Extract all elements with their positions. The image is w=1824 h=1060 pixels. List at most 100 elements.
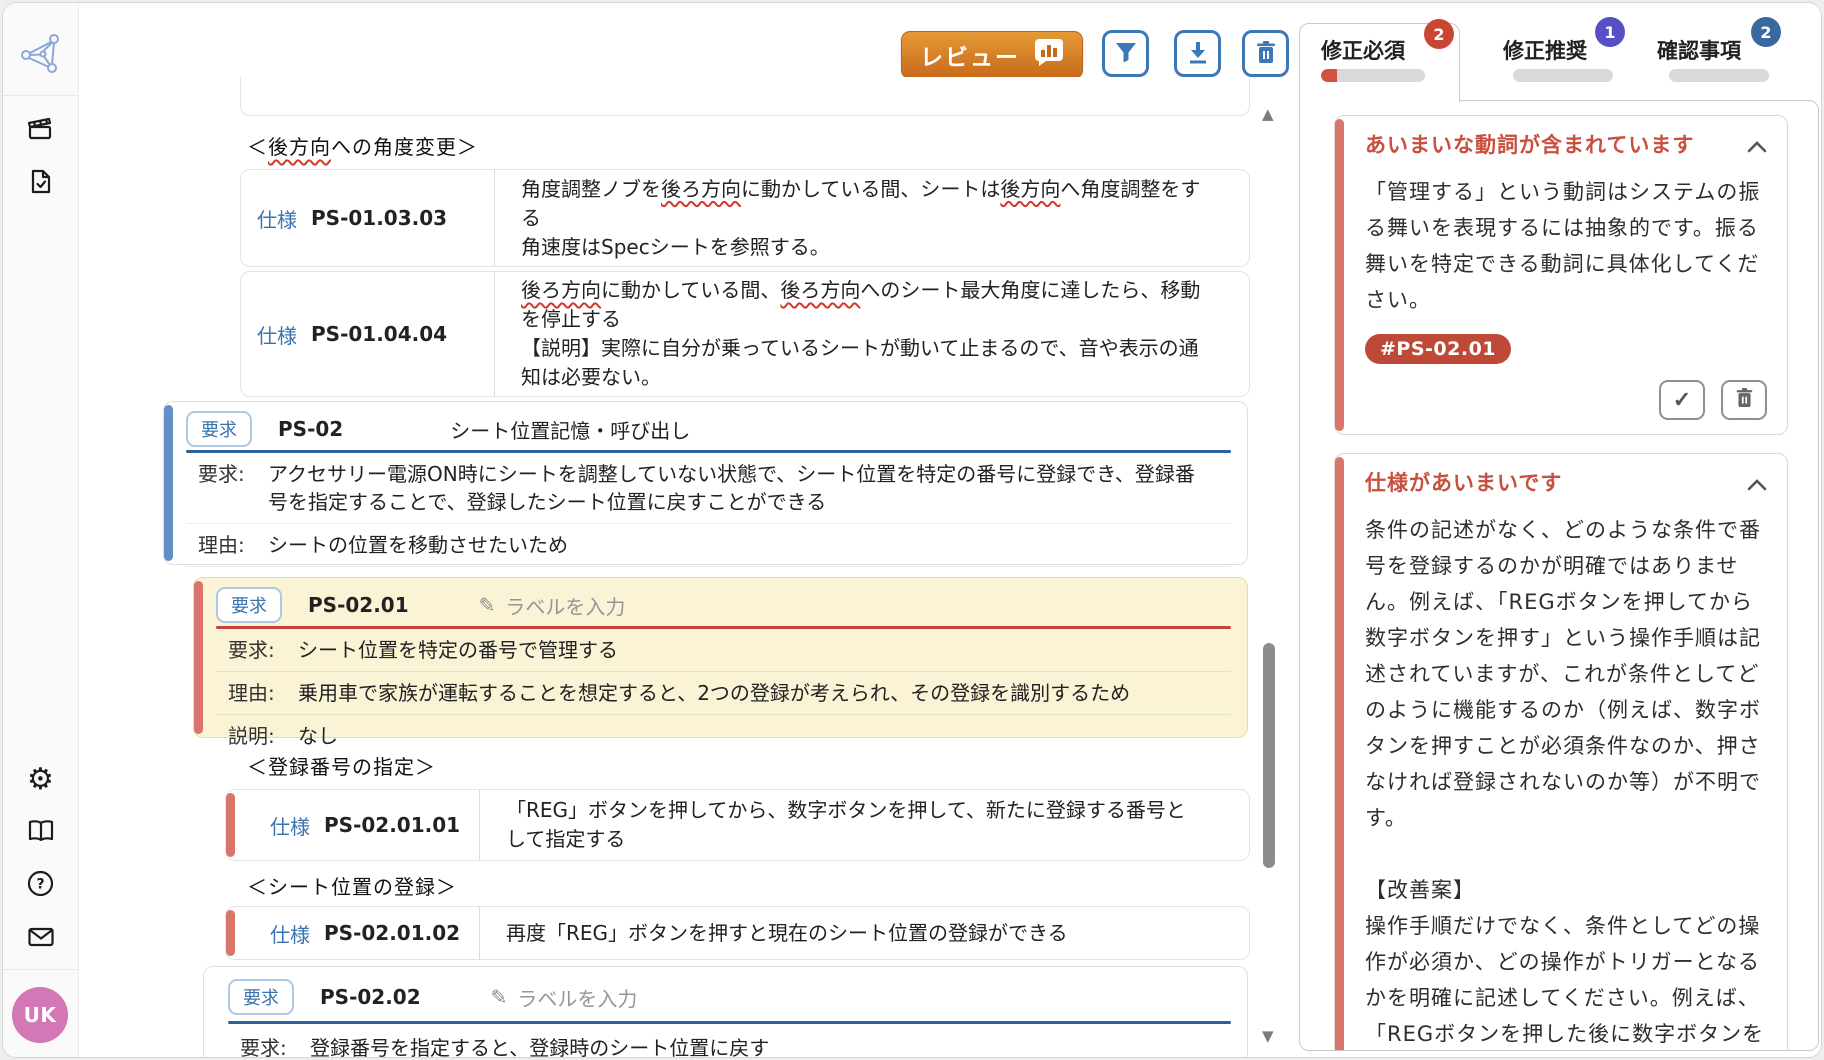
review-button[interactable]: レビュー [901,31,1083,79]
finding-body: 「管理する」という動詞はシステムの振る舞いを表現するには抽象的です。振る舞いを特… [1365,174,1767,318]
spec-id: PS-01.04.04 [311,322,447,346]
field-row-request: 要求:登録番号を指定すると、登録時のシート位置に戻す [228,1024,1231,1058]
finding-title: あいまいな動詞が含まれています [1365,130,1694,160]
finding-card-ambiguous-verb: あいまいな動詞が含まれています 「管理する」という動詞はシステムの振る舞いを表現… [1334,115,1788,435]
sidebar-item-settings[interactable]: ⚙ [3,758,78,802]
sidebar-item-docs-library[interactable] [3,811,78,855]
field-row-request: 要求: アクセサリー電源ON時にシートを調整していない状態で、シート位置を特定の… [186,453,1231,523]
resolve-button[interactable]: ✓ [1659,380,1705,420]
pill-red-cap [1321,69,1337,82]
requirement-id: PS-02.02 [320,985,421,1009]
requirement-type-badge: 要求 [216,587,282,623]
download-button[interactable] [1174,30,1221,77]
sidebar-item-help[interactable]: ? [3,863,78,907]
finding-body: 条件の記述がなく、どのような条件で番号を登録するのかが明確ではありません。例えば… [1365,512,1767,1051]
tab-must-fix-count-badge: 2 [1424,19,1454,49]
spec-type-label: 仕様 [257,320,297,349]
tab-confirm-label[interactable]: 確認事項 [1657,35,1741,65]
tab-must-fix-label[interactable]: 修正必須 [1321,35,1405,65]
main-scroll-up-icon[interactable]: ▲ [1262,107,1274,122]
app-logo [3,15,78,96]
section-heading-seatpos: ＜シート位置の登録＞ [247,871,457,900]
filter-funnel-icon [1114,40,1138,67]
finding-title: 仕様があいまいです [1365,468,1562,498]
label-input-placeholder[interactable]: ✎ ラベルを入力 [491,983,638,1012]
section-heading-angle: ＜後方向への角度変更＞ [247,131,478,160]
spec-id: PS-02.01.01 [324,813,460,837]
tab-recommended-label[interactable]: 修正推奨 [1503,35,1587,65]
screen: ⚙ ? [0,0,1824,1060]
spec-row-ps-02-01-01[interactable]: 仕様 PS-02.01.01 「REG」ボタンを押してから、数字ボタンを押して、… [225,789,1250,861]
main-scroll-down-icon[interactable]: ▼ [1262,1029,1274,1044]
spec-text: 角度調整ノブを後ろ方向に動かしている間、シートは後方向へ角度調整をす る 角速度… [495,170,1249,266]
svg-text:?: ? [36,876,44,892]
delete-button[interactable] [1242,30,1289,77]
requirement-block-ps-02-02[interactable]: 要求 PS-02.02 ✎ ラベルを入力 要求:登録番号を指定すると、登録時のシ… [203,966,1248,1058]
spec-id: PS-01.03.03 [311,206,447,230]
sidebar-item-projects[interactable] [3,109,78,153]
help-icon: ? [27,870,54,901]
review-button-label: レビュー [920,38,1020,72]
spec-text: 後ろ方向に動かしている間、後ろ方向へのシート最大角度に達したら、移動 を停止する… [495,272,1249,396]
spec-type-label: 仕様 [257,204,297,233]
scrolled-card-fragment [240,77,1250,116]
network-logo-icon [21,32,61,78]
sidebar-divider [3,969,78,970]
main-scrollbar-thumb[interactable] [1263,643,1275,868]
collapse-chevron-icon[interactable] [1747,476,1767,495]
spec-text: 「REG」ボタンを押してから、数字ボタンを押して、新たに登録する番号と して指定… [480,790,1249,860]
requirement-label[interactable]: シート位置記憶・呼び出し [450,415,690,444]
dismiss-button[interactable] [1721,380,1767,420]
check-icon: ✓ [1673,387,1691,413]
requirement-block-ps-02[interactable]: 要求 PS-02 シート位置記憶・呼び出し 要求: アクセサリー電源ON時にシー… [163,401,1248,565]
spec-type-label: 仕様 [270,919,310,948]
requirement-id: PS-02.01 [308,593,409,617]
clapperboard-icon [27,116,54,146]
gear-icon: ⚙ [27,765,54,795]
section-heading-regnum: ＜登録番号の指定＞ [247,751,436,780]
document-check-icon [29,168,53,199]
pencil-icon: ✎ [479,593,496,617]
finding-card-ambiguous-spec: 仕様があいまいです 条件の記述がなく、どのような条件で番号を登録するのかが明確で… [1334,453,1788,1051]
sidebar: ⚙ ? [3,3,79,1057]
spec-type-label: 仕様 [270,811,310,840]
requirement-block-ps-02-01[interactable]: 要求 PS-02.01 ✎ ラベルを入力 要求:シート位置を特定の番号で管理する… [193,577,1248,738]
requirement-accent-bar [164,405,173,561]
user-avatar[interactable]: UK [12,987,68,1043]
tab-recommended-pill [1513,69,1613,82]
field-row-request: 要求:シート位置を特定の番号で管理する [216,629,1231,671]
tab-confirm-count-badge: 2 [1751,17,1781,47]
tab-recommended-count-badge: 1 [1595,17,1625,47]
requirement-accent-bar [194,581,203,734]
requirement-ref-chip[interactable]: #PS-02.01 [1365,334,1511,364]
spec-id: PS-02.01.02 [324,921,460,945]
sidebar-item-contact[interactable] [3,917,78,961]
spec-row-ps-01-03-03[interactable]: 仕様 PS-01.03.03 角度調整ノブを後ろ方向に動かしている間、シートは後… [240,169,1250,267]
spec-accent-bar [226,910,235,956]
spec-row-ps-02-01-02[interactable]: 仕様 PS-02.01.02 再度「REG」ボタンを押すと現在のシート位置の登録… [225,906,1250,960]
finding-accent-bar [1335,457,1344,1051]
tab-must-fix-pill [1321,69,1425,82]
requirement-type-badge: 要求 [228,979,294,1015]
filter-button[interactable] [1102,30,1149,77]
app-window: ⚙ ? [2,2,1822,1058]
collapse-chevron-icon[interactable] [1747,138,1767,157]
field-row-reason: 理由:シートの位置を移動させたいため [186,523,1231,566]
requirement-type-badge: 要求 [186,411,252,447]
pencil-icon: ✎ [491,985,508,1009]
spec-row-ps-01-04-04[interactable]: 仕様 PS-01.04.04 後ろ方向に動かしている間、後ろ方向へのシート最大角… [240,271,1250,397]
label-input-placeholder[interactable]: ✎ ラベルを入力 [479,591,626,620]
tab-confirm-pill [1669,69,1769,82]
spec-accent-bar [226,793,235,857]
bar-chart-bubble-icon [1034,38,1064,72]
trash-icon [1255,40,1277,67]
spec-text: 再度「REG」ボタンを押すと現在のシート位置の登録ができる [480,907,1249,959]
requirement-id: PS-02 [278,417,343,441]
download-icon [1186,40,1210,67]
review-findings-panel: あいまいな動詞が含まれています 「管理する」という動詞はシステムの振る舞いを表現… [1299,100,1819,1051]
trash-icon [1735,387,1754,414]
finding-accent-bar [1335,119,1344,431]
mail-icon [27,926,55,952]
field-row-reason: 理由:乗用車で家族が運転することを想定すると、2つの登録が考えられ、その登録を識… [216,671,1231,714]
sidebar-item-documents[interactable] [3,161,78,205]
